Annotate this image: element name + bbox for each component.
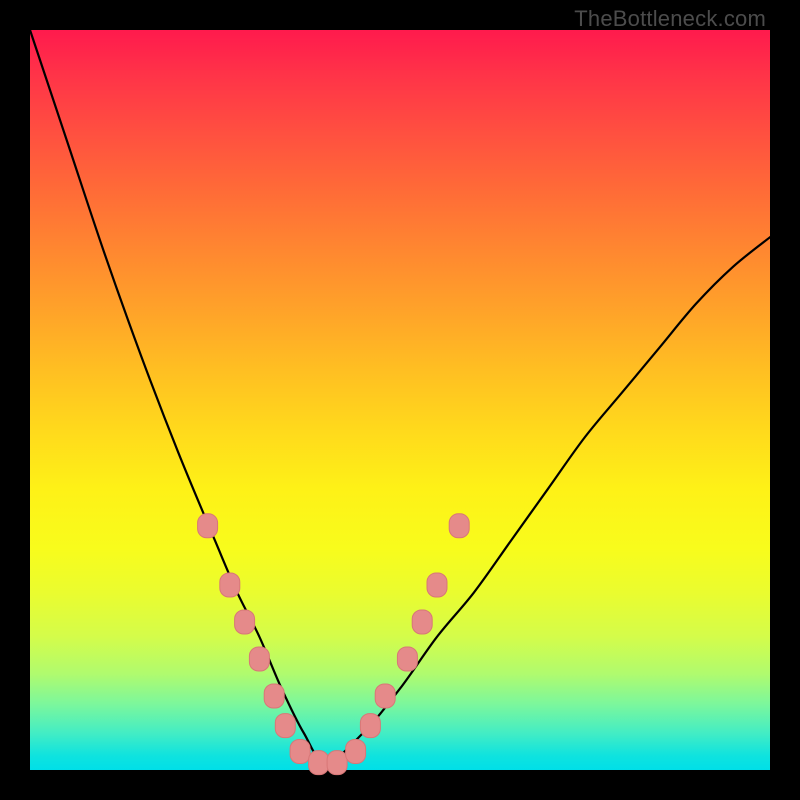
marker (449, 514, 469, 538)
marker (375, 684, 395, 708)
marker (360, 714, 380, 738)
marker (275, 714, 295, 738)
marker (427, 573, 447, 597)
marker (249, 647, 269, 671)
plot-area (30, 30, 770, 770)
marker (198, 514, 218, 538)
marker-group (198, 514, 470, 775)
marker (327, 751, 347, 775)
marker (235, 610, 255, 634)
marker (264, 684, 284, 708)
marker (346, 740, 366, 764)
marker (290, 740, 310, 764)
marker (220, 573, 240, 597)
marker (397, 647, 417, 671)
marker (309, 751, 329, 775)
chart-frame: TheBottleneck.com (0, 0, 800, 800)
marker (412, 610, 432, 634)
watermark-text: TheBottleneck.com (574, 6, 766, 32)
chart-svg (30, 30, 770, 770)
